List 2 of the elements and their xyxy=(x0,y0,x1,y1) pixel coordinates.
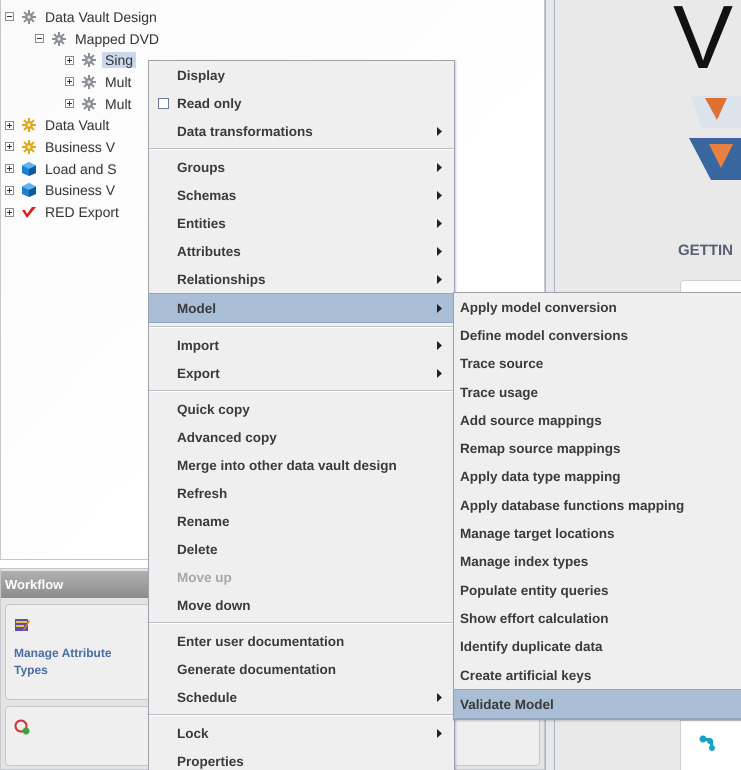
section-heading: GETTIN xyxy=(678,242,733,259)
welcome-title: V xyxy=(673,0,734,88)
